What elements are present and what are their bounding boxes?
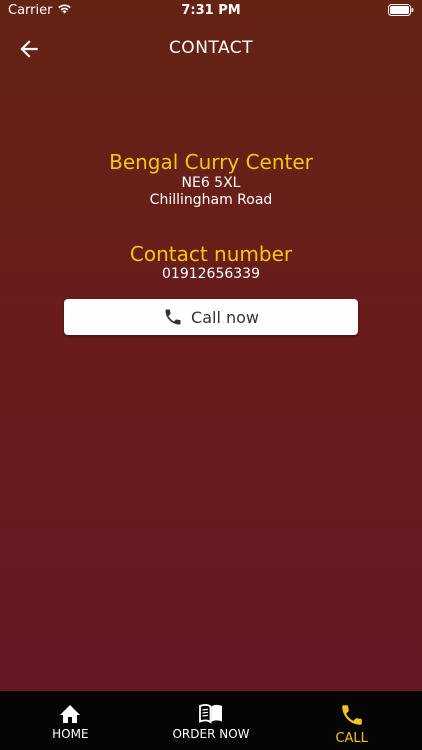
tab-home-label: HOME <box>52 727 89 741</box>
contact-number-heading: Contact number <box>129 242 293 266</box>
page-title: CONTACT <box>168 38 254 58</box>
call-now-button[interactable]: Call now <box>64 299 358 335</box>
call-now-label: Call now <box>191 307 259 327</box>
phone-icon <box>341 705 362 725</box>
restaurant-name: Bengal Curry Center <box>109 150 313 174</box>
tab-order-now-label: ORDER NOW <box>172 727 250 741</box>
phone-number: 01912656339 <box>162 266 260 282</box>
phone-icon <box>165 309 181 325</box>
status-bar: Carrier 7:31 PM <box>0 0 422 22</box>
tab-order-now[interactable]: ORDER NOW <box>141 691 282 750</box>
tab-bar: HOME ORDER NOW CALL <box>0 691 422 750</box>
tab-home[interactable]: HOME <box>0 691 141 750</box>
status-time: 7:31 PM <box>181 3 241 18</box>
menu-book-icon <box>199 704 222 724</box>
restaurant-street: Chillingham Road <box>149 192 273 208</box>
tab-call-label: CALL <box>335 731 368 746</box>
tab-call[interactable]: CALL <box>281 691 422 750</box>
battery-icon <box>388 4 414 20</box>
nav-bar: CONTACT <box>0 28 422 68</box>
restaurant-postcode: NE6 5XL <box>181 175 241 191</box>
home-icon <box>60 705 81 723</box>
